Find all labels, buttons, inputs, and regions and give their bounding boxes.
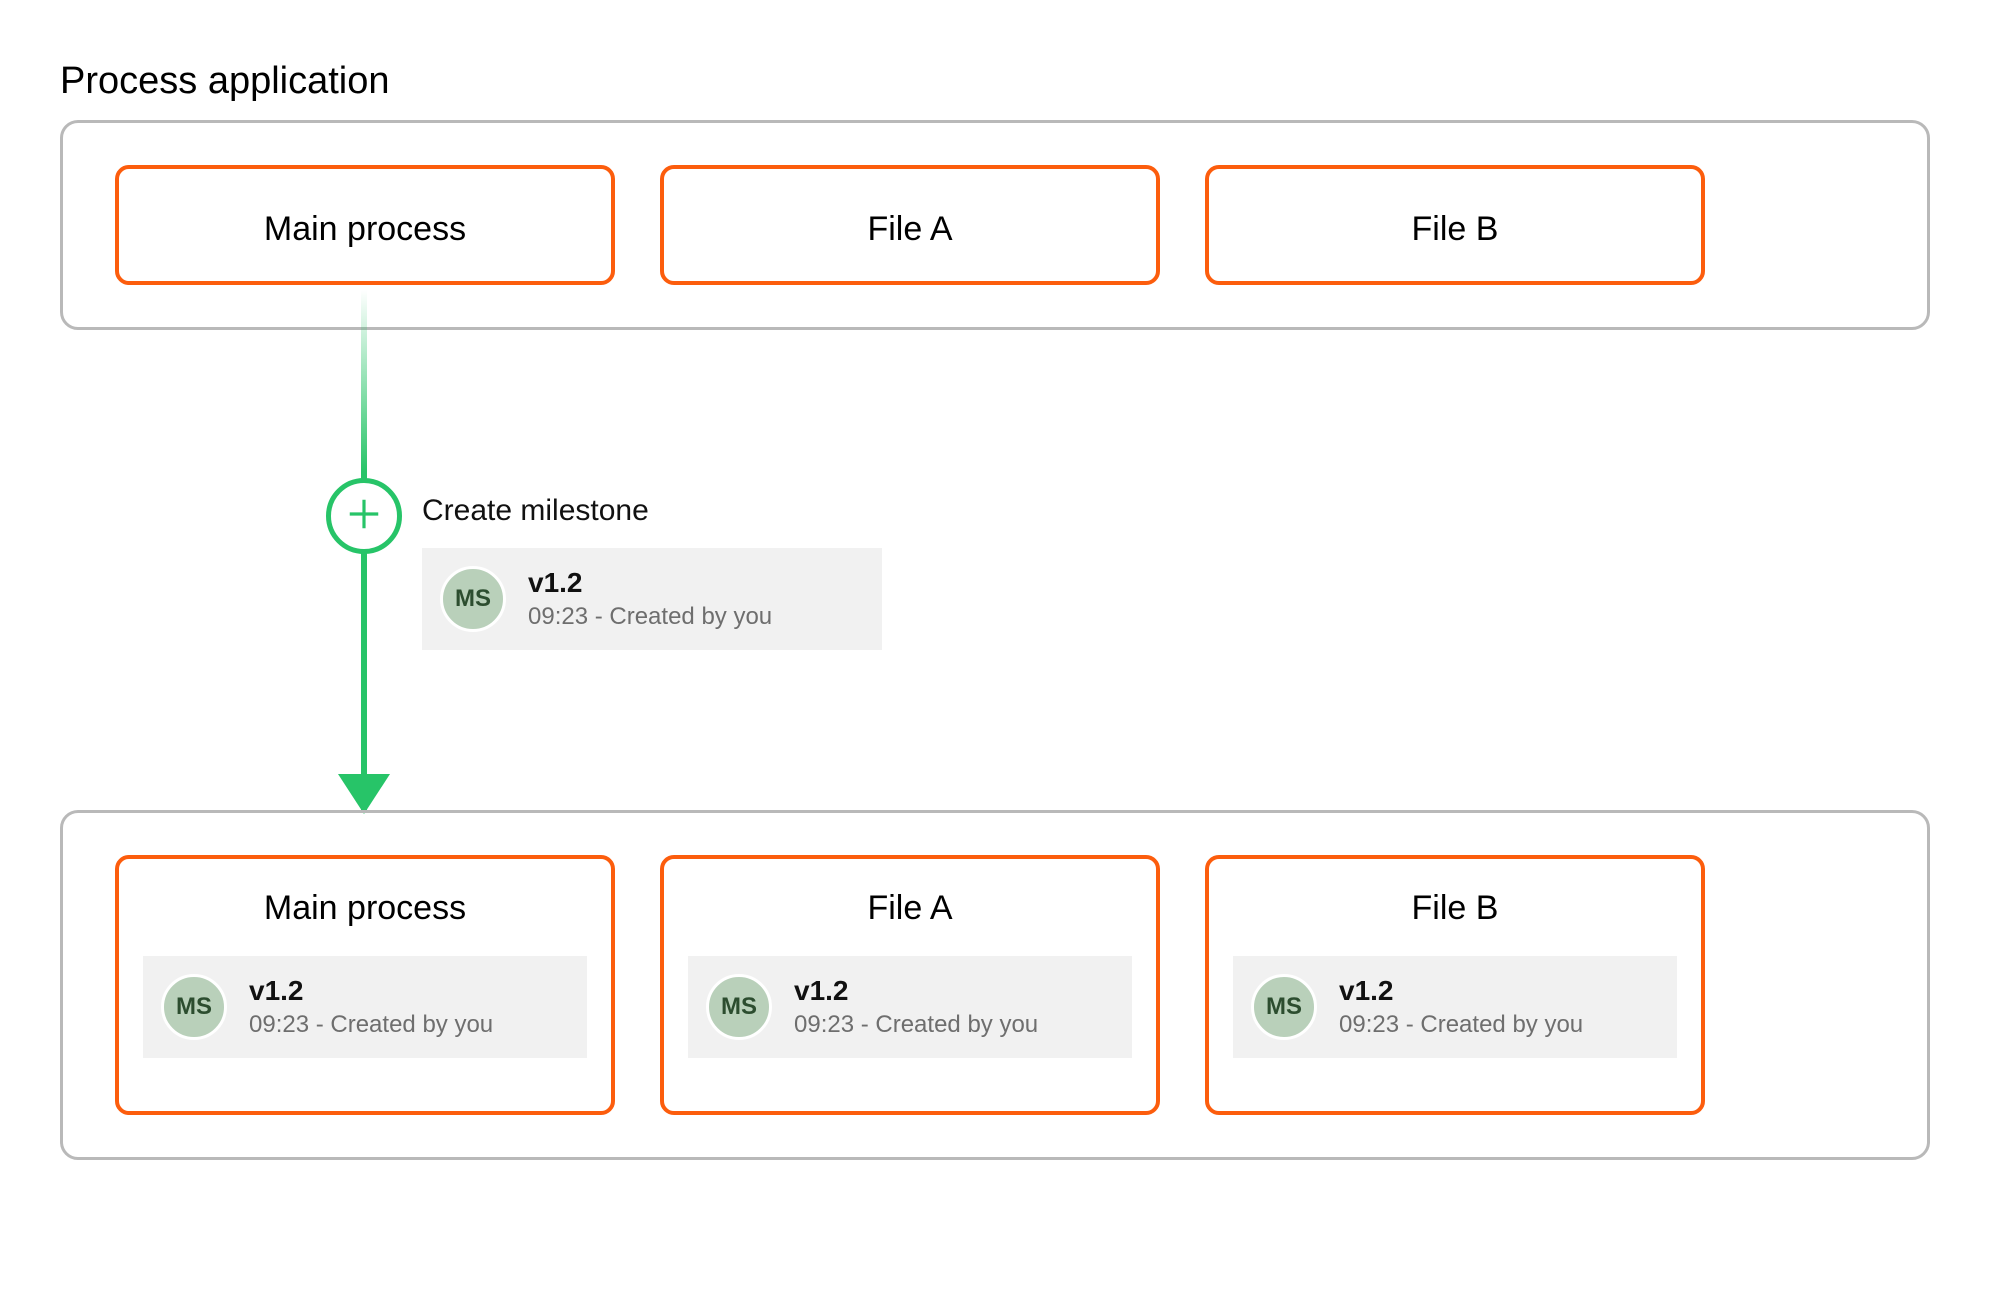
milestone-version: v1.2 — [1339, 975, 1583, 1007]
page-title: Process application — [60, 60, 1940, 103]
file-card-main-process[interactable]: Main process — [115, 165, 615, 285]
milestone-badge: MS — [440, 566, 506, 632]
milestone-text: v1.2 09:23 - Created by you — [794, 975, 1038, 1039]
milestone-chip: MS v1.2 09:23 - Created by you — [1233, 956, 1677, 1058]
file-card-label: File B — [1233, 889, 1677, 928]
milestone-badge: MS — [161, 974, 227, 1040]
milestone-text: v1.2 09:23 - Created by you — [249, 975, 493, 1039]
milestone-version: v1.2 — [794, 975, 1038, 1007]
milestone-meta: 09:23 - Created by you — [794, 1011, 1038, 1039]
create-milestone-label: Create milestone — [422, 494, 649, 528]
milestone-chip: MS v1.2 09:23 - Created by you — [143, 956, 587, 1058]
milestone-chip[interactable]: MS v1.2 09:23 - Created by you — [422, 548, 882, 650]
milestone-meta: 09:23 - Created by you — [528, 603, 772, 631]
file-card-label: Main process — [143, 889, 587, 928]
file-card-label: File A — [688, 889, 1132, 928]
file-card-label: File A — [688, 210, 1132, 249]
diagram-canvas: Process application Main process File A … — [0, 0, 2000, 1307]
file-card-main-process-versioned[interactable]: Main process MS v1.2 09:23 - Created by … — [115, 855, 615, 1115]
milestone-chip: MS v1.2 09:23 - Created by you — [688, 956, 1132, 1058]
milestone-meta: 09:23 - Created by you — [249, 1011, 493, 1039]
file-card-file-a-versioned[interactable]: File A MS v1.2 09:23 - Created by you — [660, 855, 1160, 1115]
file-card-file-b[interactable]: File B — [1205, 165, 1705, 285]
arrow-head-icon — [338, 774, 390, 814]
file-card-label: File B — [1233, 210, 1677, 249]
file-card-file-b-versioned[interactable]: File B MS v1.2 09:23 - Created by you — [1205, 855, 1705, 1115]
milestone-text: v1.2 09:23 - Created by you — [1339, 975, 1583, 1039]
create-milestone-button[interactable] — [326, 478, 402, 554]
milestone-badge: MS — [1251, 974, 1317, 1040]
milestone-badge: MS — [706, 974, 772, 1040]
plus-icon — [345, 495, 383, 538]
file-card-file-a[interactable]: File A — [660, 165, 1160, 285]
milestone-version: v1.2 — [249, 975, 493, 1007]
milestone-text: v1.2 09:23 - Created by you — [528, 567, 772, 631]
milestone-meta: 09:23 - Created by you — [1339, 1011, 1583, 1039]
milestone-version: v1.2 — [528, 567, 772, 599]
file-card-label: Main process — [143, 210, 587, 249]
